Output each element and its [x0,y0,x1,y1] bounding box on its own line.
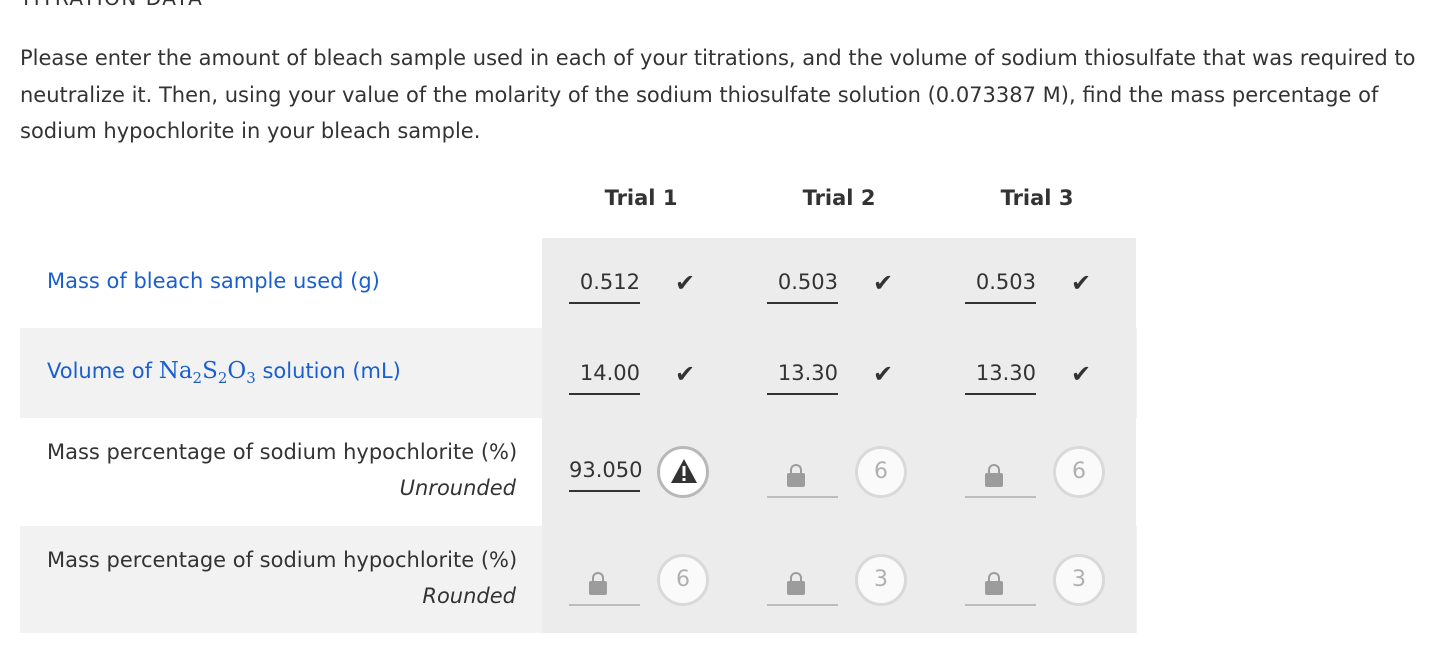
unrounded-note: Unrounded [399,476,516,500]
attempts-remaining-badge: 3 [1053,554,1105,606]
rounded-note: Rounded [422,584,516,608]
rounded-trial-3-cell: 3 [938,526,1136,633]
unrounded-trial-3-cell: 6 [938,418,1136,526]
volume-trial-3-cell: 13.30 ✔ [938,328,1136,418]
unrounded-trial-1-cell: 93.050 [542,418,740,526]
volume-label-suffix: solution (mL) [255,359,401,383]
volume-trial-2-cell: 13.30 ✔ [740,328,938,418]
trial-2-header: Trial 2 [802,186,876,210]
sodium-thiosulfate-formula: Na2S2O3 [158,358,256,387]
unrounded-trial-1-input[interactable]: 93.050 [569,458,642,492]
rounded-row: Mass percentage of sodium hypochlorite (… [20,526,1137,633]
volume-trial-2-input[interactable]: 13.30 [767,361,838,395]
volume-row: Volume of Na2S2O3 solution (mL) 14.00 ✔ … [20,328,1137,418]
check-icon: ✔ [873,269,894,297]
mass-trial-3-cell: 0.503 ✔ [938,238,1136,328]
mass-trial-3-input[interactable]: 0.503 [965,270,1036,304]
attempts-remaining-badge: 6 [855,446,907,498]
volume-trial-3-input[interactable]: 13.30 [965,361,1036,395]
unrounded-trial-3-input-locked [965,458,1036,498]
volume-trial-1-cell: 14.00 ✔ [542,328,740,418]
lock-icon [985,572,1003,595]
lock-icon [787,464,805,487]
mass-row: Mass of bleach sample used (g) 0.512 ✔ 0… [20,238,1137,328]
lock-icon [787,572,805,595]
mass-trial-1-input[interactable]: 0.512 [569,270,640,304]
check-icon: ✔ [1071,360,1092,388]
trial-1-header: Trial 1 [604,186,678,210]
rounded-trial-3-input-locked [965,566,1036,606]
volume-label-prefix: Volume of [47,359,159,383]
rounded-trial-2-input-locked [767,566,838,606]
attempts-remaining-badge: 6 [1053,446,1105,498]
unrounded-trial-2-cell: 6 [740,418,938,526]
lock-icon [589,572,607,595]
check-icon: ✔ [675,360,696,388]
rounded-trial-1-cell: 6 [542,526,740,633]
section-title: TITRATION DATA [20,0,203,10]
mass-trial-2-input[interactable]: 0.503 [767,270,838,304]
warning-icon[interactable] [657,446,709,498]
volume-label-link[interactable]: Volume of Na2S2O3 solution (mL) [47,358,401,387]
unrounded-trial-2-input-locked [767,458,838,498]
mass-trial-1-cell: 0.512 ✔ [542,238,740,328]
unrounded-row: Mass percentage of sodium hypochlorite (… [20,418,1137,526]
mass-label-link[interactable]: Mass of bleach sample used (g) [47,269,380,293]
rounded-trial-2-cell: 3 [740,526,938,633]
check-icon: ✔ [675,269,696,297]
check-icon: ✔ [873,360,894,388]
instructions-text: Please enter the amount of bleach sample… [20,46,1416,143]
rounded-label: Mass percentage of sodium hypochlorite (… [47,548,518,572]
unrounded-label: Mass percentage of sodium hypochlorite (… [47,440,518,464]
attempts-remaining-badge: 6 [657,554,709,606]
trial-3-header: Trial 3 [1000,186,1074,210]
rounded-trial-1-input-locked [569,566,640,606]
attempts-remaining-badge: 3 [855,554,907,606]
volume-trial-1-input[interactable]: 14.00 [569,361,640,395]
check-icon: ✔ [1071,269,1092,297]
lock-icon [985,464,1003,487]
mass-trial-2-cell: 0.503 ✔ [740,238,938,328]
